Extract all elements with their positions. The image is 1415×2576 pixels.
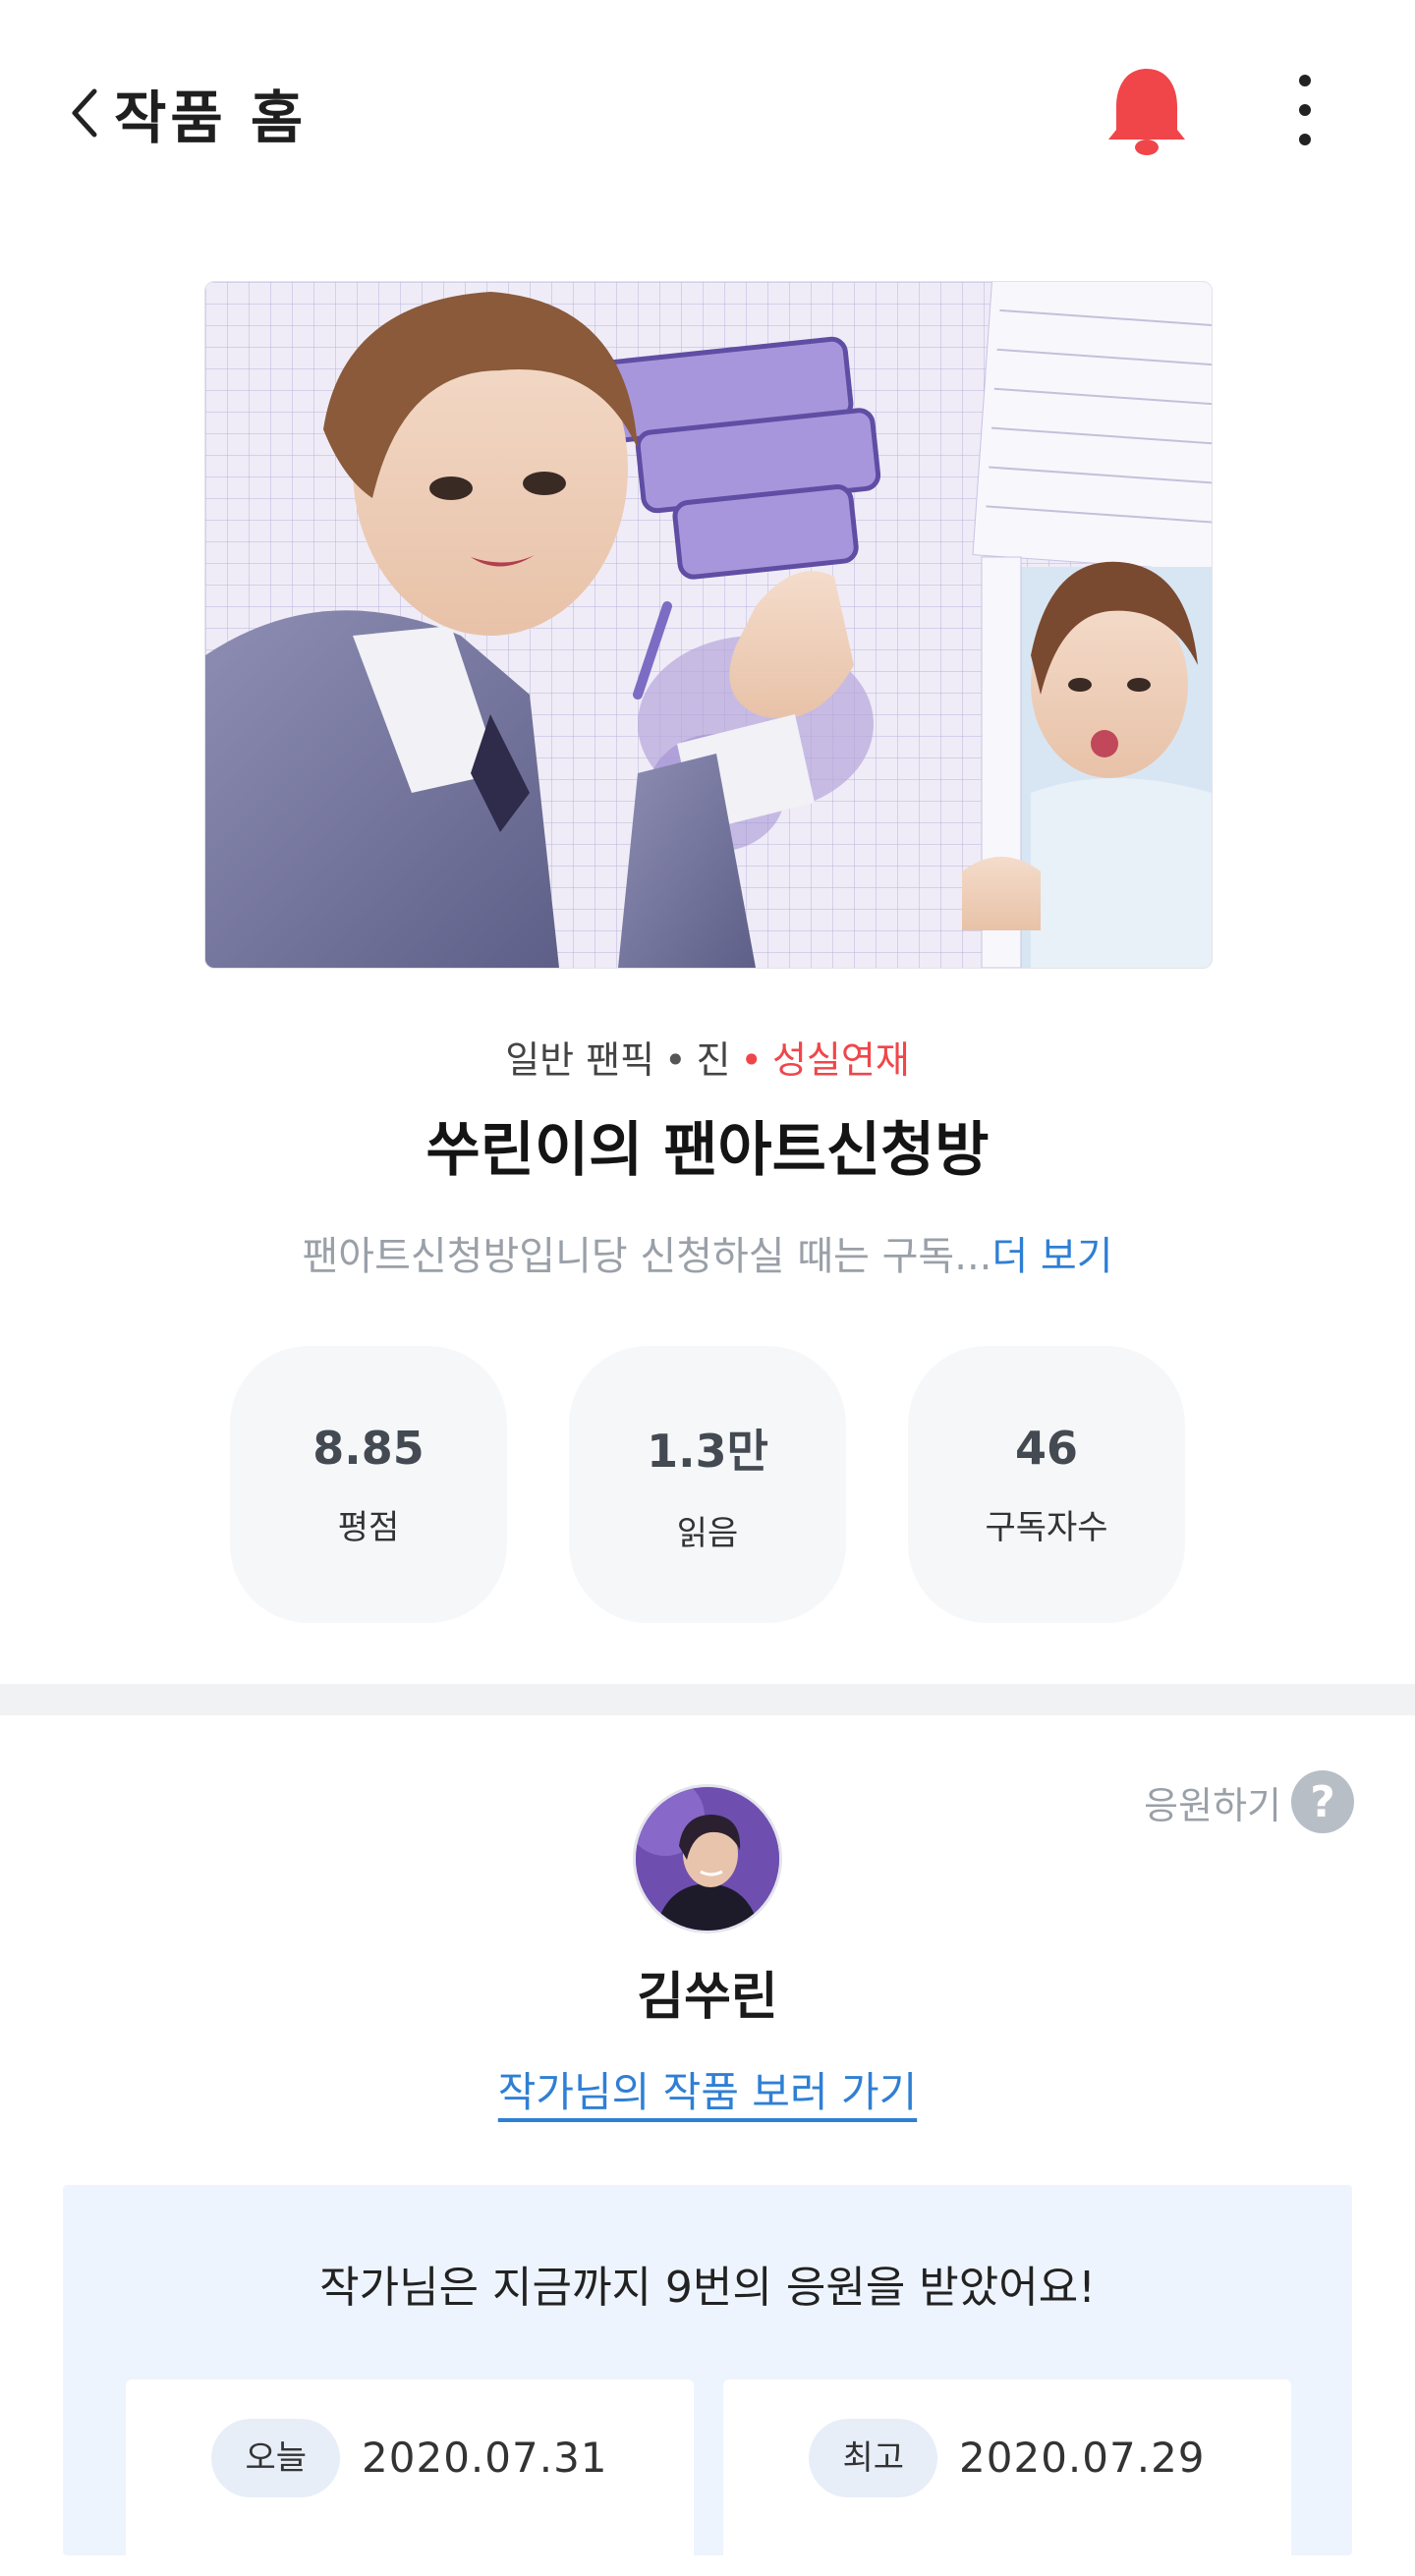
- work-meta: 일반 팬픽 • 진 • 성실연재: [0, 1030, 1415, 1084]
- stat-label: 구독자수: [985, 1507, 1108, 1547]
- author-name: 김쑤린: [637, 1968, 778, 2027]
- work-title: 쑤린이의 팬아트신청방: [425, 1116, 990, 1185]
- app-header: 작품 홈: [0, 0, 1415, 226]
- stat-label: 평점: [337, 1507, 400, 1547]
- status-badge: 성실연재: [771, 1038, 910, 1082]
- cheer-summary-box: 작가님은 지금까지 9번의 응원을 받았어요! 오늘 2020.07.31 최고…: [63, 2185, 1352, 2576]
- stat-value: 1.3만: [647, 1424, 768, 1478]
- latest-date: 2020.07.29: [959, 2434, 1206, 2482]
- stat-value: 8.85: [312, 1421, 424, 1475]
- today-date: 2020.07.31: [362, 2434, 608, 2482]
- cheer-today-card: 오늘 2020.07.31: [126, 2380, 694, 2576]
- back-button[interactable]: 작품 홈: [69, 79, 307, 151]
- page-title: 작품 홈: [114, 84, 308, 151]
- author-works-link-text[interactable]: 작가님의 작품 보러 가기: [498, 2068, 917, 2116]
- stat-value: 46: [1014, 1421, 1078, 1475]
- genre-label: 일반 팬픽: [505, 1038, 655, 1082]
- stat-subscribers: 46 구독자수: [908, 1346, 1185, 1623]
- cheer-help-label: 응원하기: [1144, 1783, 1281, 1827]
- work-description: 팬아트신청방입니당 신청하실 때는 구독...더 보기: [0, 1224, 1415, 1281]
- cover-image: [204, 281, 1213, 969]
- latest-pill: 최고: [809, 2419, 938, 2497]
- stats-row: 8.85 평점 1.3만 읽음 46 구독자수: [230, 1346, 1185, 1623]
- question-icon[interactable]: ?: [1291, 1770, 1354, 1833]
- chevron-left-icon: [69, 85, 100, 140]
- author-works-link: 작가님의 작품 보러 가기: [0, 2059, 1415, 2119]
- today-pill: 오늘: [211, 2419, 341, 2497]
- separator-dot: •: [664, 1038, 687, 1082]
- stat-views: 1.3만 읽음: [569, 1346, 846, 1623]
- separator-dot: •: [740, 1038, 763, 1082]
- more-vertical-icon[interactable]: [1285, 71, 1325, 149]
- more-link[interactable]: 더 보기: [991, 1234, 1112, 1279]
- stat-rating: 8.85 평점: [230, 1346, 507, 1623]
- stat-label: 읽음: [676, 1513, 739, 1553]
- cheer-summary-text: 작가님은 지금까지 9번의 응원을 받았어요!: [319, 2263, 1096, 2313]
- character-label: 진: [696, 1038, 731, 1082]
- description-text: 팬아트신청방입니당 신청하실 때는 구독...: [302, 1234, 992, 1279]
- section-divider: [0, 1684, 1415, 1715]
- cheer-help-button[interactable]: 응원하기 ?: [1144, 1770, 1354, 1833]
- avatar[interactable]: [633, 1784, 782, 1933]
- cheer-latest-card: 최고 2020.07.29: [723, 2380, 1291, 2576]
- bell-icon[interactable]: [1106, 65, 1187, 159]
